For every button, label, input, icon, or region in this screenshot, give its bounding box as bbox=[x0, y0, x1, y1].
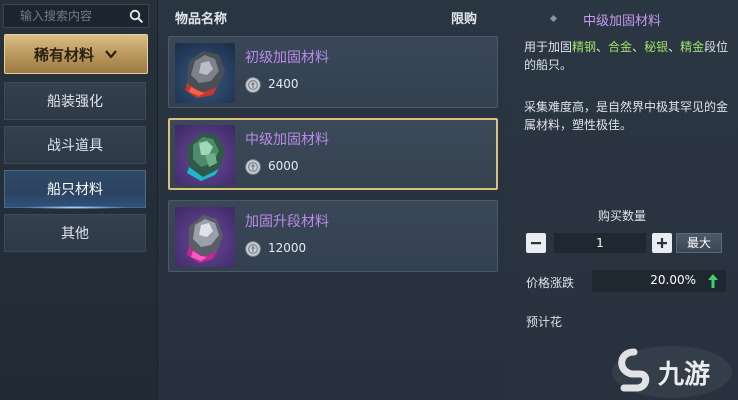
item-price: 6000 bbox=[268, 159, 299, 173]
dark-ore-icon bbox=[175, 43, 235, 103]
sidebar-item-label: 战斗道具 bbox=[47, 138, 103, 154]
plus-icon bbox=[657, 238, 667, 248]
sidebar-item-label: 其他 bbox=[61, 226, 89, 242]
item-name: 初级加固材料 bbox=[245, 50, 329, 66]
category-sidebar: 稀有材料 船装强化 战斗道具 船只材料 其他 bbox=[0, 0, 158, 400]
green-crystal-ore-icon bbox=[175, 125, 235, 185]
item-card-intermediate[interactable]: 中级加固材料 6000 bbox=[168, 118, 498, 190]
search-input[interactable] bbox=[4, 5, 122, 27]
chevron-down-icon bbox=[105, 50, 117, 59]
item-price: 12000 bbox=[268, 241, 307, 255]
item-card-upgrade[interactable]: 加固升段材料 12000 bbox=[168, 200, 498, 272]
search-icon[interactable] bbox=[124, 5, 148, 27]
watermark-text: 九游 bbox=[658, 360, 711, 390]
estimated-cost-label: 预计花 bbox=[526, 315, 563, 329]
watermark-logo: 九游 bbox=[610, 342, 734, 398]
item-name: 中级加固材料 bbox=[245, 132, 329, 148]
sidebar-item-combat-items[interactable]: 战斗道具 bbox=[4, 126, 146, 164]
item-name: 加固升段材料 bbox=[245, 214, 329, 230]
column-header-limit: 限购 bbox=[451, 12, 478, 27]
sidebar-item-ship-enhance[interactable]: 船装强化 bbox=[4, 82, 146, 120]
arrow-up-icon bbox=[708, 274, 718, 288]
column-header-name: 物品名称 bbox=[175, 12, 228, 27]
category-title: 稀有材料 bbox=[33, 45, 94, 64]
silver-coin-icon bbox=[245, 77, 261, 93]
detail-title: 中级加固材料 bbox=[582, 14, 661, 29]
item-card-basic[interactable]: 初级加固材料 2400 bbox=[168, 36, 498, 108]
silver-coin-icon bbox=[245, 241, 261, 257]
search-box bbox=[3, 4, 149, 28]
shop-screen: 稀有材料 船装强化 战斗道具 船只材料 其他 物品名称 限购 bbox=[0, 0, 738, 400]
item-detail-panel: 中级加固材料 用于加固精钢、合金、秘银、精金段位的船只。 采集难度高，是自然界中… bbox=[506, 0, 738, 400]
price-change-field: 20.00% bbox=[592, 270, 726, 292]
plus-button[interactable] bbox=[652, 233, 672, 253]
item-price: 2400 bbox=[268, 77, 299, 91]
minus-button[interactable] bbox=[526, 233, 546, 253]
max-quantity-button[interactable]: 最大 bbox=[676, 233, 722, 253]
sidebar-item-label: 船装强化 bbox=[47, 94, 103, 110]
sidebar-item-other[interactable]: 其他 bbox=[4, 214, 146, 252]
price-change-label: 价格涨跌 bbox=[526, 276, 575, 290]
quantity-label: 购买数量 bbox=[597, 209, 646, 223]
silver-coin-icon bbox=[245, 159, 261, 175]
minus-icon bbox=[531, 242, 541, 245]
purple-crystal-ore-icon bbox=[175, 207, 235, 267]
price-change-value: 20.00% bbox=[650, 273, 696, 287]
category-dropdown[interactable]: 稀有材料 bbox=[4, 34, 148, 74]
item-list-panel: 物品名称 限购 初级加固材料 2400 中级加固材料 6000 加固升段材料 1… bbox=[159, 0, 505, 400]
item-list-header: 物品名称 限购 bbox=[159, 0, 505, 30]
detail-description-rarity: 采集难度高，是自然界中极其罕见的金属材料，塑性极佳。 bbox=[524, 100, 729, 132]
quantity-input[interactable]: 1 bbox=[554, 233, 646, 253]
sidebar-item-label: 船只材料 bbox=[47, 182, 103, 198]
detail-description-usage: 用于加固精钢、合金、秘银、精金段位的船只。 bbox=[524, 40, 729, 72]
sidebar-item-ship-materials[interactable]: 船只材料 bbox=[4, 170, 146, 209]
